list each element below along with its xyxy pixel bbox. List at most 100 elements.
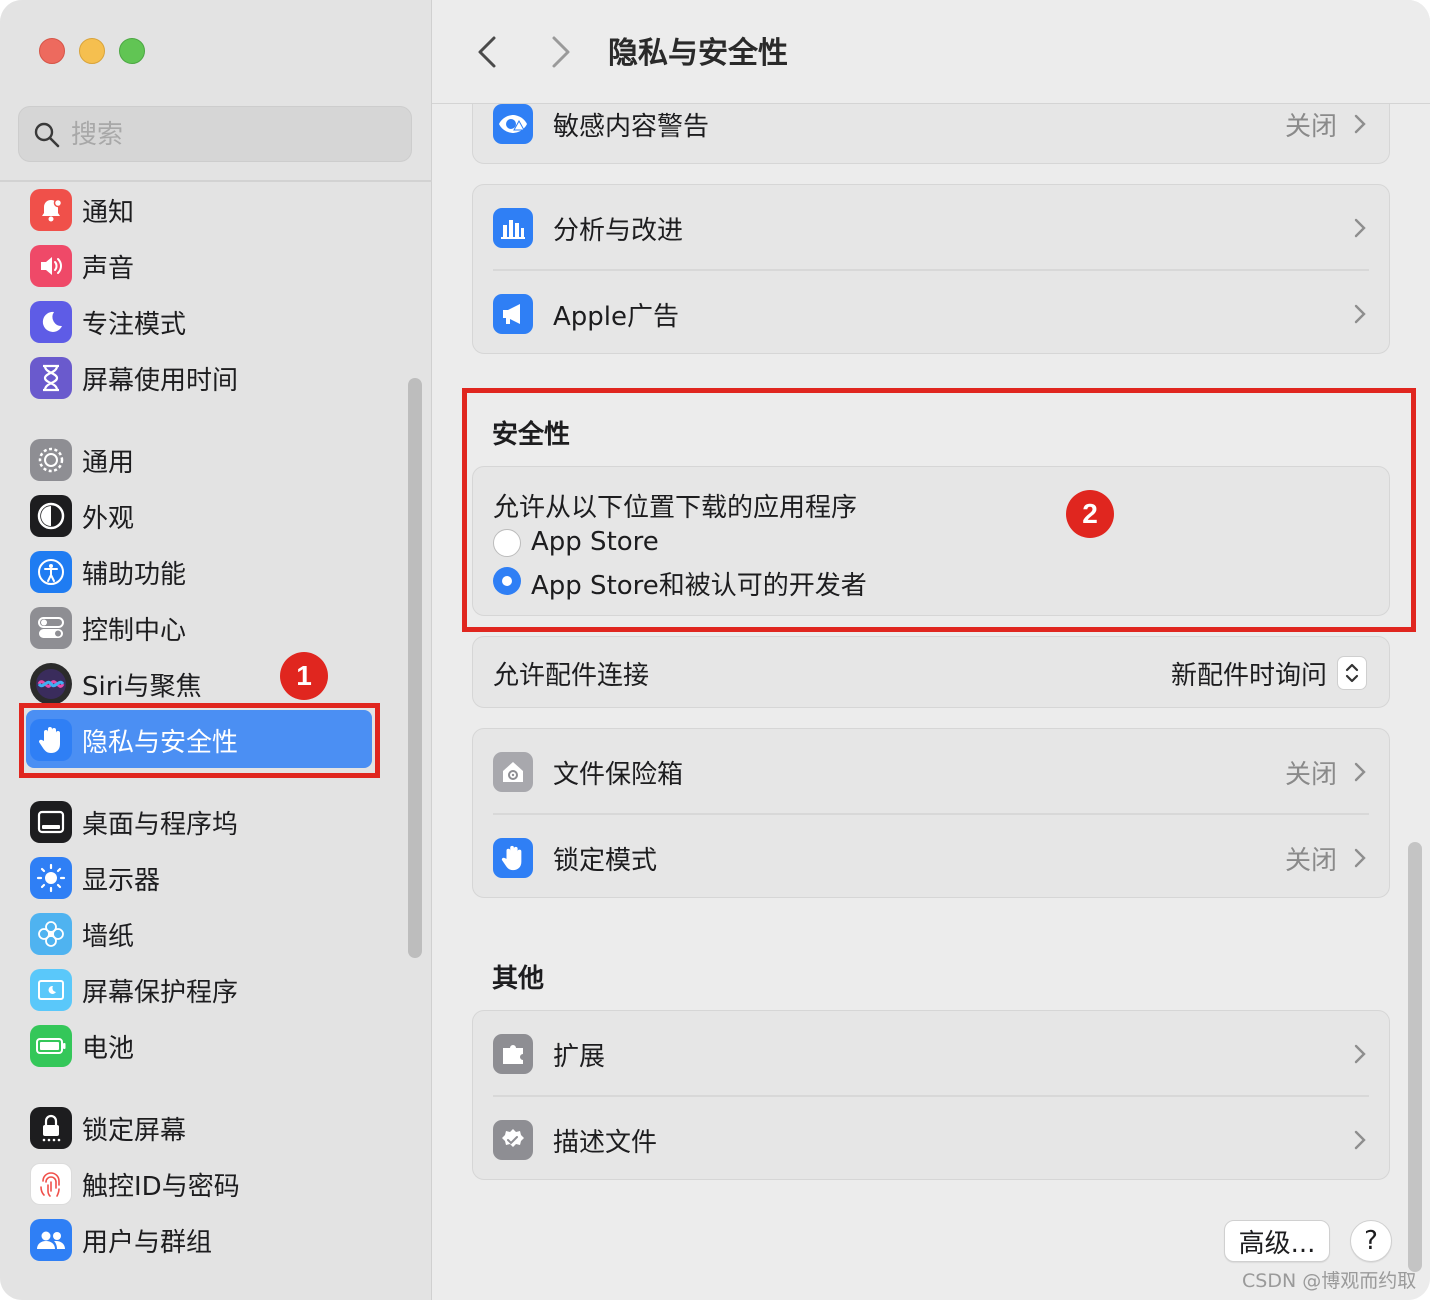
- sidebar-item-label: 控制中心: [82, 615, 187, 646]
- badge-check-icon: [493, 1120, 533, 1160]
- annotation-highlight-1: [19, 703, 380, 778]
- bell-icon: [30, 189, 72, 231]
- main-scrollbar[interactable]: [1408, 842, 1422, 1272]
- profiles-row[interactable]: 描述文件: [473, 1097, 1389, 1183]
- sidebar-item-label: 通用: [82, 447, 135, 478]
- accessories-row: 允许配件连接 新配件时询问: [473, 630, 1389, 716]
- chevron-up-down-icon: [1345, 663, 1359, 683]
- analytics-group: 分析与改进 Apple广告: [472, 184, 1390, 354]
- chevron-right-icon: [1354, 762, 1366, 782]
- zoom-window-button[interactable]: [119, 38, 145, 64]
- chevron-right-icon: [1354, 1130, 1366, 1150]
- moon-icon: [30, 301, 72, 343]
- filevault-group: 文件保险箱 关闭 锁定模式 关闭: [472, 728, 1390, 898]
- row-label: 文件保险箱: [553, 759, 684, 790]
- sidebar-item-desktop-dock[interactable]: 桌面与程序坞: [30, 798, 410, 846]
- chart-icon: [493, 208, 533, 248]
- chevron-right-icon: [1354, 1044, 1366, 1064]
- accessories-popup-value[interactable]: 新配件时询问: [1171, 655, 1327, 692]
- sidebar-item-label: 用户与群组: [82, 1227, 213, 1258]
- close-window-button[interactable]: [39, 38, 65, 64]
- sidebar-item-general[interactable]: 通用: [30, 436, 410, 484]
- row-value: 关闭: [1284, 111, 1337, 142]
- row-label: 允许配件连接: [493, 660, 650, 691]
- sidebar-item-battery[interactable]: 电池: [30, 1022, 410, 1070]
- sidebar-item-touch-id[interactable]: 触控ID与密码: [30, 1160, 410, 1208]
- sidebar-item-displays[interactable]: 显示器: [30, 854, 410, 902]
- row-label: 分析与改进: [553, 215, 684, 246]
- screensaver-icon: [30, 969, 72, 1011]
- search-field[interactable]: [18, 106, 412, 162]
- sidebar-item-screensaver[interactable]: 屏幕保护程序: [30, 966, 410, 1014]
- search-icon: [34, 122, 60, 148]
- gear-icon: [30, 439, 72, 481]
- siri-icon: [30, 663, 72, 705]
- annotation-highlight-2: [462, 388, 1416, 632]
- speaker-icon: [30, 245, 72, 287]
- filevault-row[interactable]: 文件保险箱 关闭: [473, 729, 1389, 815]
- row-label: 扩展: [553, 1041, 606, 1072]
- chevron-right-icon: [1354, 218, 1366, 238]
- sidebar-item-label: 墙纸: [82, 921, 135, 952]
- sidebar-item-lock-screen[interactable]: 锁定屏幕: [30, 1104, 410, 1152]
- eye-warning-icon: [493, 104, 533, 144]
- chevron-right-icon: [1354, 304, 1366, 324]
- search-input[interactable]: [71, 115, 391, 155]
- sidebar-item-sound[interactable]: 声音: [30, 242, 410, 290]
- sidebar-item-accessibility[interactable]: 辅助功能: [30, 548, 410, 596]
- sidebar-item-label: 外观: [82, 503, 135, 534]
- row-value: 关闭: [1284, 845, 1337, 876]
- sidebar: 通知 声音 专注模式 屏幕使用时间 通用: [0, 0, 432, 1300]
- advanced-button[interactable]: 高级...: [1224, 1220, 1330, 1262]
- other-group: 扩展 描述文件: [472, 1010, 1390, 1180]
- accessibility-icon: [30, 551, 72, 593]
- page-title: 隐私与安全性: [608, 36, 788, 71]
- users-icon: [30, 1219, 72, 1261]
- forward-button[interactable]: [544, 32, 576, 72]
- sidebar-item-label: 屏幕使用时间: [82, 365, 239, 396]
- sidebar-item-label: 声音: [82, 253, 135, 284]
- other-section-title: 其他: [492, 964, 545, 994]
- sidebar-item-label: 通知: [82, 197, 135, 228]
- chevron-right-icon: [1354, 114, 1366, 134]
- battery-icon: [30, 1025, 72, 1067]
- back-button[interactable]: [472, 32, 504, 72]
- sidebar-item-control-center[interactable]: 控制中心: [30, 604, 410, 652]
- sidebar-item-label: 专注模式: [82, 309, 187, 340]
- watermark: CSDN @博观而约取: [1242, 1270, 1417, 1292]
- sidebar-item-notifications[interactable]: 通知: [30, 186, 410, 234]
- settings-window: 通知 声音 专注模式 屏幕使用时间 通用: [0, 0, 1430, 1300]
- sidebar-item-appearance[interactable]: 外观: [30, 492, 410, 540]
- sidebar-item-focus[interactable]: 专注模式: [30, 298, 410, 346]
- toolbar: 隐私与安全性: [432, 0, 1430, 104]
- sidebar-item-label: 锁定屏幕: [82, 1115, 187, 1146]
- help-button[interactable]: ?: [1350, 1220, 1392, 1262]
- house-safe-icon: [493, 752, 533, 792]
- sidebar-item-label: Siri与聚焦: [82, 671, 202, 702]
- sidebar-divider: [0, 180, 432, 182]
- sidebar-item-label: 触控ID与密码: [82, 1171, 240, 1202]
- row-value: 关闭: [1284, 759, 1337, 790]
- sun-icon: [30, 857, 72, 899]
- row-label: 描述文件: [553, 1127, 658, 1158]
- apple-ads-row[interactable]: Apple广告: [473, 271, 1389, 357]
- lockdown-mode-row[interactable]: 锁定模式 关闭: [473, 815, 1389, 901]
- sidebar-item-users-groups[interactable]: 用户与群组: [30, 1216, 410, 1264]
- sidebar-item-wallpaper[interactable]: 墙纸: [30, 910, 410, 958]
- sidebar-item-label: 电池: [82, 1033, 135, 1064]
- fingerprint-icon: [30, 1163, 72, 1205]
- popup-stepper[interactable]: [1337, 656, 1367, 690]
- minimize-window-button[interactable]: [79, 38, 105, 64]
- main-pane: 隐私与安全性 敏感内容警告 关闭 分析与改进 Apple广告 安全性 允许从以下…: [432, 0, 1430, 1300]
- lock-icon: [30, 1107, 72, 1149]
- sidebar-item-screen-time[interactable]: 屏幕使用时间: [30, 354, 410, 402]
- extensions-row[interactable]: 扩展: [473, 1011, 1389, 1097]
- row-label: 锁定模式: [553, 845, 658, 876]
- megaphone-icon: [493, 294, 533, 334]
- hourglass-icon: [30, 357, 72, 399]
- sidebar-item-siri[interactable]: Siri与聚焦: [30, 660, 410, 708]
- analytics-row[interactable]: 分析与改进: [473, 185, 1389, 271]
- dock-icon: [30, 801, 72, 843]
- sidebar-scrollbar[interactable]: [408, 378, 422, 958]
- annotation-badge-1: 1: [280, 652, 328, 700]
